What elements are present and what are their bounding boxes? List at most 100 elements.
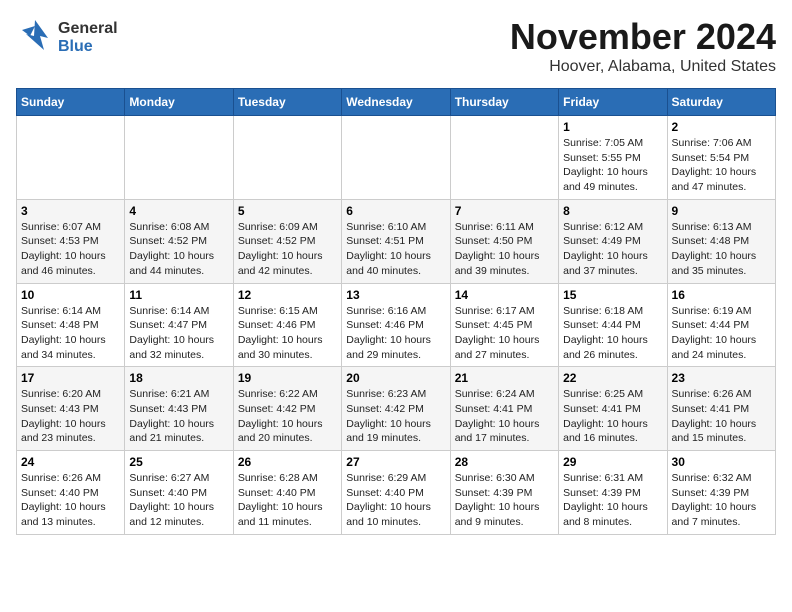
calendar-cell: 28Sunrise: 6:30 AM Sunset: 4:39 PM Dayli… [450,451,558,535]
calendar-cell: 25 Sunrise: 6:27 AM Sunset: 4:40 PM Dayli… [125,451,233,535]
day-info: Sunrise: 6:08 AM Sunset: 4:52 PM Dayligh… [129,220,228,279]
day-info: Sunrise: 6:18 AM Sunset: 4:44 PM Dayligh… [563,304,662,363]
calendar-cell: 8 Sunrise: 6:12 AM Sunset: 4:49 PM Daylig… [559,199,667,283]
logo: General Blue [16,16,118,59]
calendar-cell: 7 Sunrise: 6:11 AM Sunset: 4:50 PM Daylig… [450,199,558,283]
day-number: 13 [346,288,445,302]
day-number: 28 [455,455,554,469]
day-number: 27 [346,455,445,469]
day-info: Sunrise: 6:12 AM Sunset: 4:49 PM Dayligh… [563,220,662,279]
header: General Blue November 2024 Hoover, Alaba… [16,16,776,76]
day-info: Sunrise: 6:23 AM Sunset: 4:42 PM Dayligh… [346,387,445,446]
day-info: Sunrise: 6:28 AM Sunset: 4:40 PM Dayligh… [238,471,337,530]
calendar-cell: 6 Sunrise: 6:10 AM Sunset: 4:51 PM Daylig… [342,199,450,283]
calendar-cell: 27 Sunrise: 6:29 AM Sunset: 4:40 PM Dayli… [342,451,450,535]
calendar-cell: 9Sunrise: 6:13 AM Sunset: 4:48 PM Daylig… [667,199,775,283]
day-info: Sunrise: 6:22 AM Sunset: 4:42 PM Dayligh… [238,387,337,446]
calendar-cell: 24 Sunrise: 6:26 AM Sunset: 4:40 PM Dayli… [17,451,125,535]
day-number: 8 [563,204,662,218]
day-number: 20 [346,371,445,385]
logo-bird-icon [16,16,54,59]
day-number: 24 [21,455,120,469]
day-info: Sunrise: 6:11 AM Sunset: 4:50 PM Dayligh… [455,220,554,279]
day-info: Sunrise: 6:10 AM Sunset: 4:51 PM Dayligh… [346,220,445,279]
day-info: Sunrise: 6:14 AM Sunset: 4:47 PM Dayligh… [129,304,228,363]
day-number: 23 [672,371,771,385]
day-info: Sunrise: 6:29 AM Sunset: 4:40 PM Dayligh… [346,471,445,530]
title-section: November 2024 Hoover, Alabama, United St… [510,16,776,76]
day-info: Sunrise: 6:07 AM Sunset: 4:53 PM Dayligh… [21,220,120,279]
day-number: 2 [672,120,771,134]
weekday-header: Tuesday [233,89,341,116]
day-number: 21 [455,371,554,385]
calendar-week-row: 24 Sunrise: 6:26 AM Sunset: 4:40 PM Dayli… [17,451,776,535]
calendar-cell: 15 Sunrise: 6:18 AM Sunset: 4:44 PM Dayli… [559,283,667,367]
day-number: 6 [346,204,445,218]
weekday-header: Monday [125,89,233,116]
calendar-cell: 13 Sunrise: 6:16 AM Sunset: 4:46 PM Dayli… [342,283,450,367]
day-number: 26 [238,455,337,469]
calendar-cell: 1Sunrise: 7:05 AM Sunset: 5:55 PM Daylig… [559,116,667,200]
calendar-cell: 17 Sunrise: 6:20 AM Sunset: 4:43 PM Dayli… [17,367,125,451]
day-info: Sunrise: 6:16 AM Sunset: 4:46 PM Dayligh… [346,304,445,363]
calendar-cell: 23 Sunrise: 6:26 AM Sunset: 4:41 PM Dayli… [667,367,775,451]
calendar-cell: 4 Sunrise: 6:08 AM Sunset: 4:52 PM Daylig… [125,199,233,283]
calendar-cell [450,116,558,200]
day-info: Sunrise: 6:32 AM Sunset: 4:39 PM Dayligh… [672,471,771,530]
calendar-cell: 12 Sunrise: 6:15 AM Sunset: 4:46 PM Dayli… [233,283,341,367]
day-number: 7 [455,204,554,218]
day-info: Sunrise: 6:26 AM Sunset: 4:41 PM Dayligh… [672,387,771,446]
day-info: Sunrise: 6:15 AM Sunset: 4:46 PM Dayligh… [238,304,337,363]
calendar-cell [125,116,233,200]
day-number: 22 [563,371,662,385]
day-number: 9 [672,204,771,218]
calendar-cell: 26 Sunrise: 6:28 AM Sunset: 4:40 PM Dayli… [233,451,341,535]
calendar-cell: 21 Sunrise: 6:24 AM Sunset: 4:41 PM Dayli… [450,367,558,451]
weekday-header: Saturday [667,89,775,116]
calendar-cell: 18 Sunrise: 6:21 AM Sunset: 4:43 PM Dayli… [125,367,233,451]
calendar-cell: 5Sunrise: 6:09 AM Sunset: 4:52 PM Daylig… [233,199,341,283]
day-info: Sunrise: 6:19 AM Sunset: 4:44 PM Dayligh… [672,304,771,363]
day-number: 19 [238,371,337,385]
day-info: Sunrise: 6:14 AM Sunset: 4:48 PM Dayligh… [21,304,120,363]
weekday-header: Friday [559,89,667,116]
day-number: 25 [129,455,228,469]
day-info: Sunrise: 6:26 AM Sunset: 4:40 PM Dayligh… [21,471,120,530]
day-number: 16 [672,288,771,302]
calendar-week-row: 1Sunrise: 7:05 AM Sunset: 5:55 PM Daylig… [17,116,776,200]
day-number: 30 [672,455,771,469]
day-number: 14 [455,288,554,302]
calendar-cell: 2 Sunrise: 7:06 AM Sunset: 5:54 PM Daylig… [667,116,775,200]
calendar-cell: 20 Sunrise: 6:23 AM Sunset: 4:42 PM Dayli… [342,367,450,451]
day-number: 18 [129,371,228,385]
day-info: Sunrise: 6:21 AM Sunset: 4:43 PM Dayligh… [129,387,228,446]
logo-text: General Blue [58,20,118,56]
day-info: Sunrise: 6:27 AM Sunset: 4:40 PM Dayligh… [129,471,228,530]
calendar: SundayMondayTuesdayWednesdayThursdayFrid… [16,88,776,535]
weekday-header: Wednesday [342,89,450,116]
day-info: Sunrise: 6:25 AM Sunset: 4:41 PM Dayligh… [563,387,662,446]
day-number: 4 [129,204,228,218]
calendar-cell: 29 Sunrise: 6:31 AM Sunset: 4:39 PM Dayli… [559,451,667,535]
calendar-week-row: 10Sunrise: 6:14 AM Sunset: 4:48 PM Dayli… [17,283,776,367]
day-number: 12 [238,288,337,302]
day-info: Sunrise: 6:24 AM Sunset: 4:41 PM Dayligh… [455,387,554,446]
calendar-cell: 22 Sunrise: 6:25 AM Sunset: 4:41 PM Dayli… [559,367,667,451]
day-number: 29 [563,455,662,469]
calendar-cell: 16 Sunrise: 6:19 AM Sunset: 4:44 PM Dayli… [667,283,775,367]
day-number: 1 [563,120,662,134]
calendar-cell: 19 Sunrise: 6:22 AM Sunset: 4:42 PM Dayli… [233,367,341,451]
day-number: 15 [563,288,662,302]
day-number: 17 [21,371,120,385]
day-info: Sunrise: 6:20 AM Sunset: 4:43 PM Dayligh… [21,387,120,446]
day-info: Sunrise: 6:17 AM Sunset: 4:45 PM Dayligh… [455,304,554,363]
weekday-header: Thursday [450,89,558,116]
calendar-cell [342,116,450,200]
day-info: Sunrise: 7:06 AM Sunset: 5:54 PM Dayligh… [672,136,771,195]
day-info: Sunrise: 6:31 AM Sunset: 4:39 PM Dayligh… [563,471,662,530]
calendar-week-row: 17 Sunrise: 6:20 AM Sunset: 4:43 PM Dayli… [17,367,776,451]
calendar-cell [233,116,341,200]
calendar-header-row: SundayMondayTuesdayWednesdayThursdayFrid… [17,89,776,116]
calendar-cell: 30 Sunrise: 6:32 AM Sunset: 4:39 PM Dayli… [667,451,775,535]
calendar-week-row: 3Sunrise: 6:07 AM Sunset: 4:53 PM Daylig… [17,199,776,283]
